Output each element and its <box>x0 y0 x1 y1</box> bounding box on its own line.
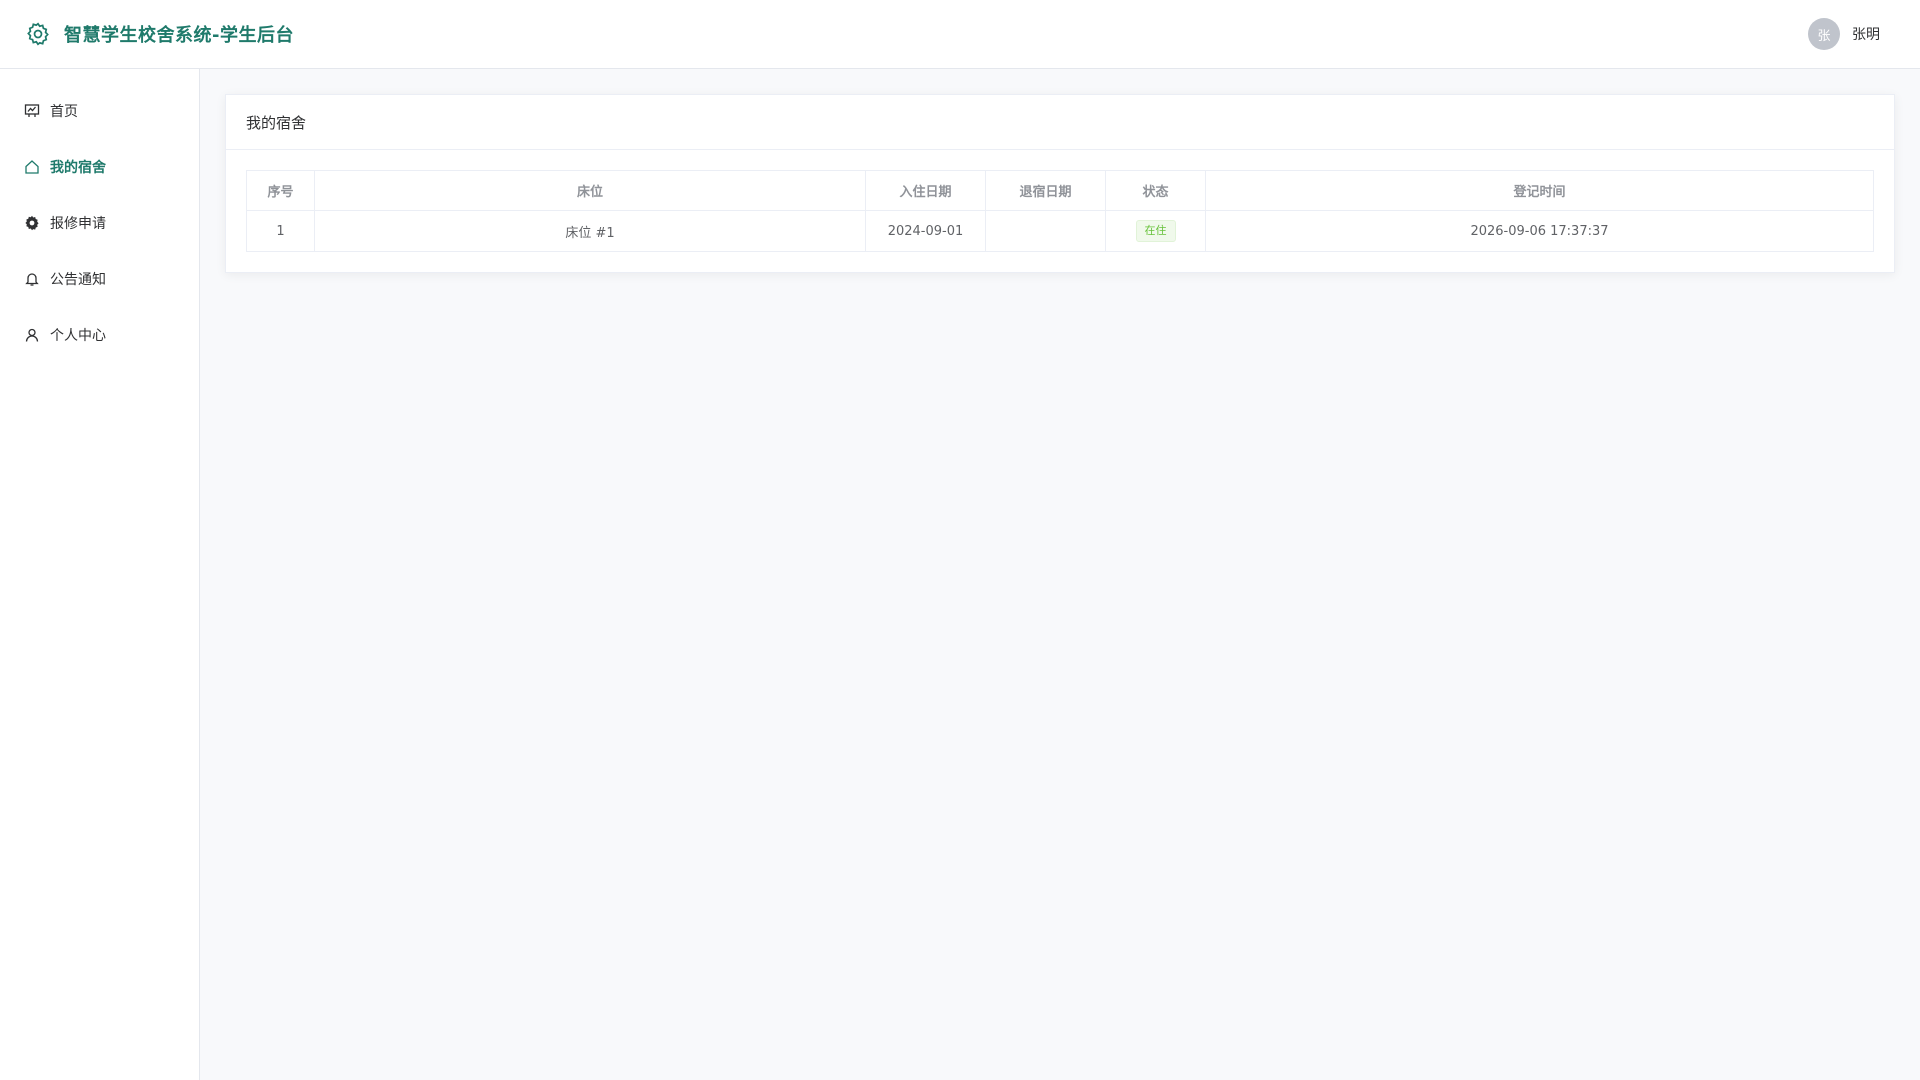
main-content: 我的宿舍 序号 床位 入住日期 退宿日期 状态 登记时间 1 床位 #1 202… <box>200 69 1920 1080</box>
app-title: 智慧学生校舍系统-学生后台 <box>64 25 294 46</box>
column-header: 状态 <box>1105 170 1206 211</box>
dashboard-icon <box>24 103 40 119</box>
sidebar-item-home[interactable]: 首页 <box>0 83 199 139</box>
cell-status: 在住 <box>1105 210 1206 252</box>
avatar[interactable]: 张 <box>1808 18 1840 50</box>
column-header: 退宿日期 <box>985 170 1106 211</box>
sidebar-item-repair[interactable]: 报修申请 <box>0 195 199 251</box>
sidebar-item-label: 我的宿舍 <box>50 160 106 176</box>
cell-registered-time: 2026-09-06 17:37:37 <box>1205 210 1874 252</box>
sidebar: 首页 我的宿舍 报修申请 公告通知 个人中心 <box>0 69 200 1080</box>
column-header: 序号 <box>246 170 315 211</box>
card-title: 我的宿舍 <box>226 95 1894 150</box>
sidebar-item-label: 个人中心 <box>50 328 106 344</box>
status-badge: 在住 <box>1135 220 1176 242</box>
home-icon <box>24 159 40 175</box>
sidebar-item-label: 公告通知 <box>50 272 106 288</box>
sidebar-item-label: 首页 <box>50 104 78 120</box>
gear-icon <box>24 215 40 231</box>
column-header: 床位 <box>314 170 866 211</box>
sidebar-item-label: 报修申请 <box>50 216 106 232</box>
cell-checkout-date <box>985 210 1106 252</box>
user-icon <box>24 327 40 343</box>
top-header: 智慧学生校舍系统-学生后台 张 张明 <box>0 0 1920 69</box>
sidebar-item-profile[interactable]: 个人中心 <box>0 307 199 363</box>
user-name[interactable]: 张明 <box>1852 24 1880 44</box>
dorm-table: 序号 床位 入住日期 退宿日期 状态 登记时间 1 床位 #1 2024-09-… <box>246 170 1874 252</box>
dorm-card: 我的宿舍 序号 床位 入住日期 退宿日期 状态 登记时间 1 床位 #1 202… <box>225 94 1895 273</box>
bell-icon <box>24 271 40 287</box>
cell-index: 1 <box>246 210 315 252</box>
card-body: 序号 床位 入住日期 退宿日期 状态 登记时间 1 床位 #1 2024-09-… <box>226 150 1894 272</box>
table-row[interactable]: 1 床位 #1 2024-09-01 在住 2026-09-06 17:37:3… <box>246 210 1874 252</box>
sidebar-item-my-dorm[interactable]: 我的宿舍 <box>0 139 199 195</box>
column-header: 入住日期 <box>865 170 986 211</box>
cell-bed: 床位 #1 <box>314 210 866 252</box>
column-header: 登记时间 <box>1205 170 1874 211</box>
sidebar-item-notice[interactable]: 公告通知 <box>0 251 199 307</box>
user-menu[interactable]: 张 张明 <box>1808 18 1880 50</box>
gear-icon <box>24 20 52 48</box>
cell-checkin-date: 2024-09-01 <box>865 210 986 252</box>
brand: 智慧学生校舍系统-学生后台 <box>24 20 294 48</box>
table-header-row: 序号 床位 入住日期 退宿日期 状态 登记时间 <box>246 170 1874 211</box>
